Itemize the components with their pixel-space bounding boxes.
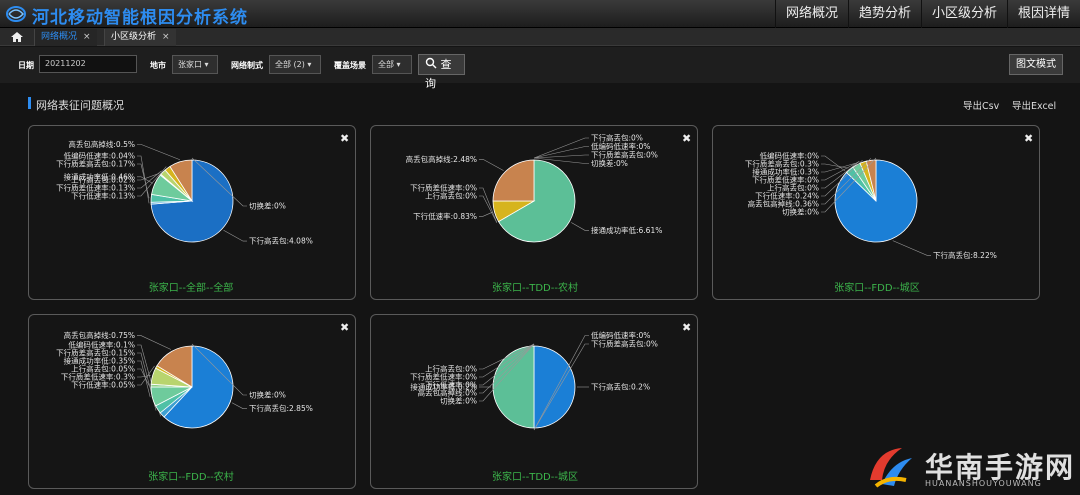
caret-down-icon: ▾ (307, 60, 312, 69)
export-excel-link[interactable]: 导出Excel (1012, 98, 1056, 112)
network-mode-select[interactable]: 全部 (2) ▾ (269, 55, 321, 74)
coverage-scene-select[interactable]: 全部 ▾ (372, 55, 412, 74)
slice-label: 高丢包高掉线:2.48% (406, 154, 477, 164)
network-mode-label: 网络制式 (231, 61, 263, 70)
slice-label: 下行高丢包:8.22% (933, 250, 997, 260)
export-csv-link[interactable]: 导出Csv (963, 98, 999, 112)
watermark-subtitle: HUANANSHOUYOUWANG (925, 479, 1042, 488)
nav-network-overview[interactable]: 网络概况 (774, 0, 848, 28)
slice-label: 切换差:0% (440, 396, 477, 406)
coverage-scene-label: 覆盖场景 (334, 61, 366, 70)
slice-label: 下行高丢包:0.2% (591, 382, 650, 392)
slice-label: 下行高丢包:2.85% (249, 403, 313, 413)
slice-label: 下行质差高丢包:0% (591, 339, 658, 349)
slice-label: 切换差:0% (591, 158, 628, 168)
label-leader-line (231, 402, 247, 409)
home-icon[interactable] (6, 29, 28, 45)
pie-slice[interactable] (492, 345, 535, 429)
chart-panel-all: ✖ 下行高丢包:4.08% 低编码低速率:0.04% 下行质差高丢包:0.17% 接通… (28, 125, 356, 300)
coverage-scene-value: 全部 (378, 60, 394, 69)
chart-panel-tdd-urban: ✖ 下行高丢包:0.2% 低编码低速率:0% 下行质差高丢包:0% 接通成功率低:0.… (370, 314, 698, 489)
label-leader-line (479, 211, 493, 217)
slice-label: 切换差:0% (249, 390, 286, 400)
chart-title: 张家口--TDD--农村 (492, 283, 578, 294)
nav-trend-analysis[interactable]: 趋势分析 (847, 0, 921, 28)
pie-chart-tdd-rural: 下行高丢包:0%低编码低速率:0%下行质差高丢包:0%切换差:0% 接通成功率低:… (406, 133, 662, 243)
watermark-logo-icon (870, 448, 912, 488)
slice-label: 下行高丢包:0% (591, 133, 643, 143)
date-input[interactable]: 20211202 (39, 55, 137, 73)
query-button[interactable]: 查询 (418, 54, 465, 90)
label-leader-line (223, 229, 247, 242)
slice-label: 切换差:0% (782, 207, 819, 217)
pie-slice[interactable] (492, 159, 535, 202)
network-mode-value: 全部 (2) (275, 60, 305, 69)
chart-title: 张家口--全部--全部 (148, 283, 234, 294)
slice-label: 下行质差高丢包:0.17% (56, 159, 135, 169)
city-select[interactable]: 张家口 ▾ (172, 55, 218, 74)
app-title: 河北移动智能根因分析系统 (32, 8, 248, 28)
label-leader-line (821, 163, 849, 169)
slice-label: 下行低速率:0.83% (413, 211, 477, 221)
tab-cell-analysis[interactable]: 小区级分析 × (104, 29, 176, 46)
slice-label: 低编码低速率:0% (591, 330, 650, 340)
label-leader-line (137, 360, 151, 398)
city-label: 地市 (150, 61, 166, 70)
chart-title: 张家口--FDD--城区 (834, 283, 920, 294)
tab-label: 小区级分析 (111, 32, 157, 42)
label-leader-line (533, 154, 589, 159)
slice-label: 高丢包高掉线:0.5% (68, 139, 135, 149)
main-nav: 网络概况 趋势分析 小区级分析 根因详情 (774, 0, 1080, 28)
city-select-value: 张家口 (178, 60, 202, 69)
chart-panel-tdd-rural: ✖ 下行高丢包:0% 低编码低速率:0% 下行质差高丢包:0% 切换差:0% 接通成功率… (370, 125, 698, 300)
label-leader-line (892, 240, 931, 256)
section-title: 网络表征问题概况 (36, 99, 124, 112)
view-mode-button[interactable]: 图文模式 (1009, 54, 1063, 75)
slice-label: 上行高丢包:0% (425, 191, 477, 201)
top-bar: 河北移动智能根因分析系统 网络概况 趋势分析 小区级分析 根因详情 (0, 0, 1080, 28)
label-leader-line (479, 158, 504, 171)
pie-chart-tdd-urban: 下行高丢包:0.2%低编码低速率:0%下行质差高丢包:0%接通成功率低:0.2%… (410, 330, 658, 431)
label-leader-line (821, 155, 846, 172)
tab-label: 网络概况 (41, 32, 78, 42)
slice-label: 接通成功率低:6.61% (591, 225, 662, 235)
tab-network-overview[interactable]: 网络概况 × (34, 29, 97, 46)
section-marker (28, 97, 31, 109)
date-label: 日期 (18, 61, 34, 70)
chart-title: 张家口--FDD--农村 (148, 472, 234, 483)
caret-down-icon: ▾ (396, 60, 401, 69)
nav-root-cause-detail[interactable]: 根因详情 (1006, 0, 1080, 28)
close-icon[interactable]: × (83, 32, 91, 42)
pie-chart-fdd-urban: 下行高丢包:8.22%低编码低速率:0%下行质差高丢包:0.3%接通成功率低:0… (745, 151, 997, 260)
slice-label: 下行低速率:0.13% (71, 191, 135, 201)
close-icon[interactable]: × (162, 32, 170, 42)
chart-panel-fdd-urban: ✖ 下行高丢包:8.22% 低编码低速率:0% 下行质差高丢包:0.3% 接通成功率低… (712, 125, 1040, 300)
slice-label: 下行质差高丢包:0% (591, 150, 658, 160)
nav-cell-analysis[interactable]: 小区级分析 (920, 0, 1007, 28)
label-leader-line (137, 335, 172, 350)
label-leader-line (137, 375, 151, 378)
search-icon (425, 57, 437, 69)
slice-label: 下行低速率:0.05% (71, 380, 135, 390)
china-mobile-logo-icon (6, 6, 26, 22)
chart-panel-fdd-rural: ✖ 下行高丢包:2.85% 低编码低速率:0.1% 下行质差高丢包:0.15% 接通成… (28, 314, 356, 489)
pie-chart-all: 下行高丢包:4.08%低编码低速率:0.04%下行质差高丢包:0.17%接通成功… (56, 139, 313, 246)
label-leader-line (137, 144, 181, 161)
tab-bar: 网络概况 × 小区级分析 × (0, 28, 1080, 46)
slice-label: 低编码低速率:0% (591, 141, 650, 151)
caret-down-icon: ▾ (204, 60, 209, 69)
pie-slice[interactable] (533, 345, 576, 429)
pie-chart-fdd-rural: 下行高丢包:2.85%低编码低速率:0.1%下行质差高丢包:0.15%接通成功率… (56, 330, 313, 429)
slice-label: 下行高丢包:4.08% (249, 236, 313, 246)
slice-label: 切换差:0% (249, 201, 286, 211)
slice-label: 高丢包高掉线:0.75% (64, 330, 135, 340)
label-leader-line (571, 222, 589, 231)
chart-title: 张家口--TDD--城区 (492, 472, 578, 483)
